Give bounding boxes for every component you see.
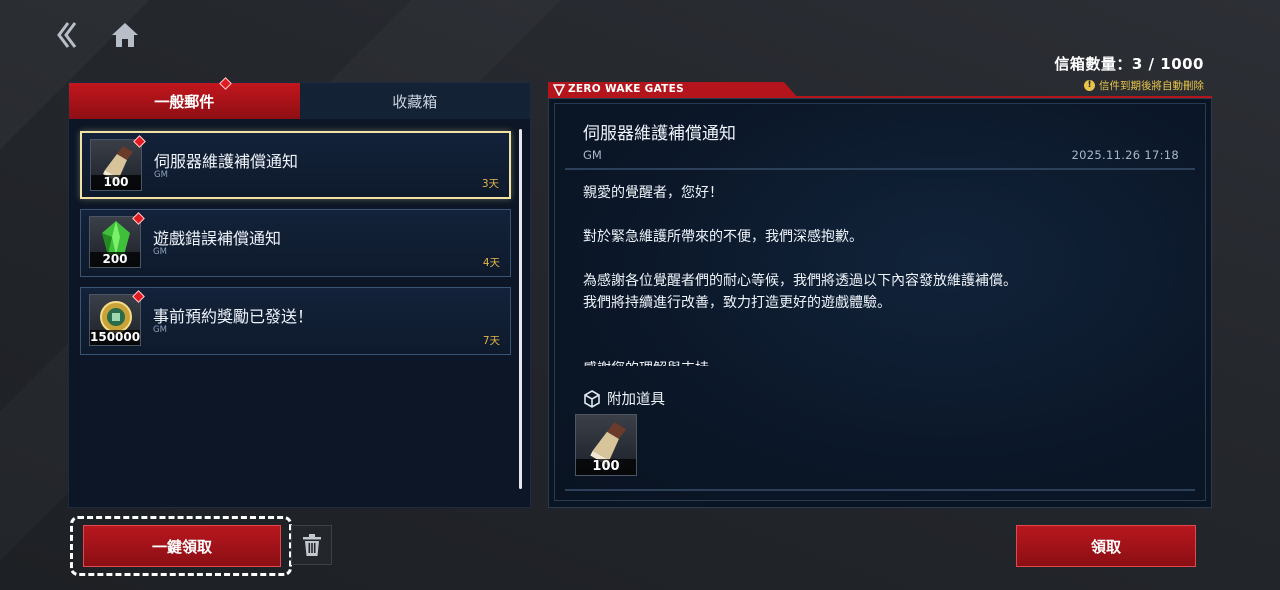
delete-button[interactable] xyxy=(291,525,332,565)
body-line: 為感謝各位覺醒者們的耐心等候，我們將透過以下內容發放維護補償。 xyxy=(583,273,1017,289)
body-line: 對於緊急維護所帶來的不便，我們深感抱歉。 xyxy=(583,229,863,245)
mail-sender: GM xyxy=(154,170,168,180)
attachment-label-text: 附加道具 xyxy=(607,392,665,408)
mail-detail-content: 伺服器維護補償通知 GM 2025.11.26 17:18 親愛的覺醒者，您好！… xyxy=(554,103,1206,501)
back-button[interactable] xyxy=(50,18,84,52)
mail-sender: GM xyxy=(153,247,167,257)
detail-date: 2025.11.26 17:18 xyxy=(1071,148,1179,162)
mail-title: 遊戲錯誤補償通知 xyxy=(153,229,282,248)
body-line: 我們將持續進行改善，致力打造更好的遊戲體驗。 xyxy=(583,295,891,311)
box-icon xyxy=(584,389,600,408)
mailbox-count: 信箱數量：3 / 1000 xyxy=(1054,55,1204,73)
tab-general-mail[interactable]: 一般郵件 xyxy=(69,77,300,119)
item-count: 150000 xyxy=(90,330,141,345)
mail-detail-panel: 伺服器維護補償通知 GM 2025.11.26 17:18 親愛的覺醒者，您好！… xyxy=(548,98,1212,508)
triangle-logo-icon xyxy=(553,84,565,96)
tab-general-mail-label: 一般郵件 xyxy=(154,92,215,111)
claim-button[interactable]: 領取 xyxy=(1016,525,1196,567)
attachment-label: 附加道具 xyxy=(583,388,665,409)
claim-label: 領取 xyxy=(1090,537,1121,556)
tab-favorites[interactable]: 收藏箱 xyxy=(299,83,530,119)
mail-item-thumbnail: 200 xyxy=(89,216,141,268)
item-count: 100 xyxy=(576,459,636,475)
claim-all-button[interactable]: 一鍵領取 xyxy=(83,525,281,567)
item-count: 100 xyxy=(91,175,141,190)
claim-all-highlight: 一鍵領取 xyxy=(70,516,292,576)
mail-sender: GM xyxy=(153,325,167,335)
attachment-item[interactable]: 100 xyxy=(575,414,637,476)
mail-list: 100 伺服器維護補償通知 GM 3天 200 遊戲錯誤補償通知 GM 4天 1… xyxy=(80,131,511,365)
mail-item-thumbnail: 150000 xyxy=(89,294,141,346)
home-button[interactable] xyxy=(108,18,142,52)
body-line: 親愛的覺醒者，您好！ xyxy=(583,185,723,201)
body-line: 感謝您的理解與支持 xyxy=(583,358,1183,366)
claim-all-label: 一鍵領取 xyxy=(151,537,212,556)
body-line xyxy=(583,248,1183,270)
trash-icon xyxy=(302,534,321,556)
mail-days-left: 7天 xyxy=(482,335,500,347)
detail-title: 伺服器維護補償通知 xyxy=(583,124,736,144)
body-line xyxy=(583,204,1183,226)
double-chevron-left-icon xyxy=(57,22,77,48)
mail-list-panel: 一般郵件 收藏箱 100 伺服器維護補償通知 GM 3天 200 遊戲錯誤補償通… xyxy=(68,77,531,508)
list-item[interactable]: 150000 事前預約獎勵已發送！ GM 7天 xyxy=(80,287,511,355)
list-item[interactable]: 200 遊戲錯誤補償通知 GM 4天 xyxy=(80,209,511,277)
detail-bottom-divider xyxy=(565,489,1195,491)
header-tag-text: ZERO WAKE GATES xyxy=(568,83,684,95)
body-line xyxy=(583,314,1183,336)
list-item[interactable]: 100 伺服器維護補償通知 GM 3天 xyxy=(80,131,511,199)
mail-list-scrollbar[interactable] xyxy=(519,129,522,489)
mail-body[interactable]: 親愛的覺醒者，您好！ 對於緊急維護所帶來的不便，我們深感抱歉。 為感謝各位覺醒者… xyxy=(583,182,1183,366)
mail-title: 伺服器維護補償通知 xyxy=(154,152,299,171)
detail-divider xyxy=(565,168,1195,170)
body-line xyxy=(583,336,1183,358)
mail-days-left: 3天 xyxy=(481,178,499,190)
item-count: 200 xyxy=(90,252,140,267)
detail-header: ZERO WAKE GATES xyxy=(548,82,1212,98)
home-icon xyxy=(112,23,138,47)
tab-favorites-label: 收藏箱 xyxy=(392,92,438,111)
mail-item-thumbnail: 100 xyxy=(90,139,142,191)
new-badge-icon xyxy=(219,77,232,90)
mail-title: 事前預約獎勵已發送！ xyxy=(153,307,314,326)
detail-sender: GM xyxy=(583,148,602,162)
mail-days-left: 4天 xyxy=(482,257,500,269)
mail-tabs: 一般郵件 收藏箱 xyxy=(69,77,530,119)
